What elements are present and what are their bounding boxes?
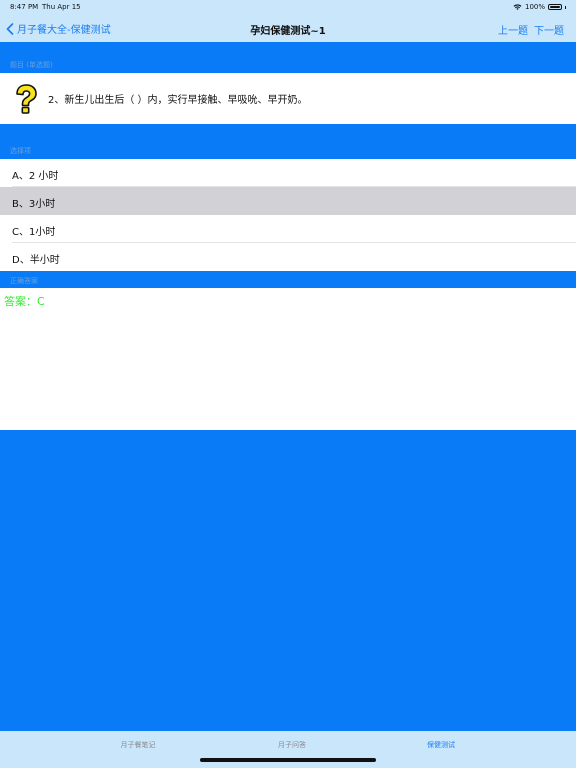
- tab-bar: 月子餐笔记 月子问答 保健测试: [0, 731, 576, 768]
- home-indicator[interactable]: [200, 758, 376, 762]
- question-row: 2、新生儿出生后（ ）内，实行早接触、早吸吮、早开奶。: [0, 73, 576, 124]
- question-section-header: 题目 (单选题): [0, 42, 576, 73]
- question-text: 2、新生儿出生后（ ）内，实行早接触、早吸吮、早开奶。: [48, 95, 308, 106]
- question-section-label: 题目 (单选题): [10, 61, 53, 69]
- answer-panel: 答案：C: [0, 288, 576, 430]
- tab-health-test[interactable]: 保健测试: [381, 740, 501, 750]
- battery-icon: [548, 4, 562, 10]
- options-section-label: 选择项: [10, 147, 31, 155]
- previous-question-button[interactable]: 上一题: [498, 22, 528, 37]
- wifi-icon: [513, 4, 522, 10]
- battery-tip: [565, 5, 566, 9]
- option-a-label: A、2 小时: [12, 171, 59, 182]
- option-b[interactable]: B、3小时: [0, 187, 576, 215]
- option-c[interactable]: C、1小时: [0, 215, 576, 243]
- navigation-bar: 月子餐大全-保健测试 孕妇保健测试~1 上一题 下一题: [0, 14, 576, 42]
- status-time: 8:47 PM: [10, 3, 39, 11]
- status-right: 100%: [513, 3, 566, 11]
- answer-section-header: 正确答案: [0, 271, 576, 288]
- answer-section-label: 正确答案: [10, 277, 38, 285]
- option-c-label: C、1小时: [12, 227, 56, 238]
- status-bar: 8:47 PM Thu Apr 15 100%: [0, 0, 576, 14]
- battery-percent: 100%: [524, 3, 545, 11]
- options-section-header: 选择项: [0, 124, 576, 159]
- page-title: 孕妇保健测试~1: [250, 26, 326, 37]
- option-b-label: B、3小时: [12, 199, 56, 210]
- answer-text: 答案：C: [4, 295, 45, 308]
- tab-confinement-meal-notes[interactable]: 月子餐笔记: [78, 740, 198, 750]
- status-date: Thu Apr 15: [42, 3, 81, 11]
- option-d[interactable]: D、半小时: [0, 243, 576, 271]
- question-mark-icon: [16, 83, 37, 114]
- next-question-button[interactable]: 下一题: [534, 22, 564, 37]
- tab-confinement-qa[interactable]: 月子问答: [232, 740, 352, 750]
- option-a[interactable]: A、2 小时: [0, 159, 576, 187]
- option-d-label: D、半小时: [12, 255, 60, 266]
